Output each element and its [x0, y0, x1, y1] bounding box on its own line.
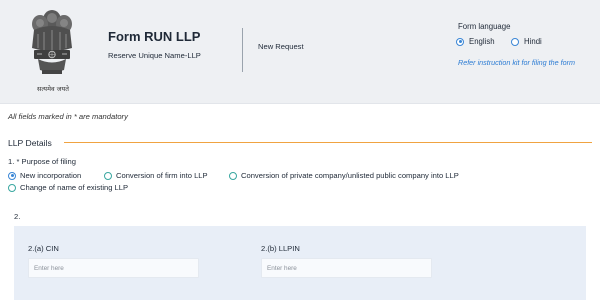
- language-option-label: Hindi: [524, 37, 542, 46]
- radio-english[interactable]: [456, 37, 464, 46]
- llpin-label: 2.(b) LLPIN: [261, 244, 300, 253]
- radio-new-incorporation[interactable]: [8, 171, 16, 180]
- form-title: Form RUN LLP: [108, 29, 201, 44]
- instruction-kit-link[interactable]: Refer instruction kit for filing the for…: [458, 58, 575, 67]
- radio-conversion-firm[interactable]: [104, 171, 112, 180]
- header-divider: [242, 28, 243, 72]
- form-subtitle: Reserve Unique Name-LLP: [108, 51, 201, 60]
- purpose-option-conversion-firm[interactable]: Conversion of firm into LLP: [104, 171, 208, 180]
- mandatory-fields-note: All fields marked in * are mandatory: [8, 112, 128, 121]
- purpose-option-label: Conversion of firm into LLP: [116, 171, 208, 180]
- purpose-of-filing-label: 1. * Purpose of filing: [8, 157, 76, 166]
- purpose-option-new-incorporation[interactable]: New incorporation: [8, 171, 81, 180]
- language-option-hindi[interactable]: Hindi: [511, 37, 542, 46]
- language-option-english[interactable]: English: [456, 37, 495, 46]
- question-2-label: 2.: [14, 212, 21, 221]
- purpose-option-conversion-company[interactable]: Conversion of private company/unlisted p…: [229, 171, 459, 180]
- request-type-label: New Request: [258, 42, 304, 51]
- radio-hindi[interactable]: [511, 37, 519, 46]
- radio-change-name[interactable]: [8, 183, 16, 192]
- purpose-option-change-name[interactable]: Change of name of existing LLP: [8, 183, 128, 192]
- page-header: सत्यमेव जयते Form RUN LLP Reserve Unique…: [0, 0, 600, 104]
- purpose-option-label: Change of name of existing LLP: [20, 183, 129, 192]
- cin-label: 2.(a) CIN: [28, 244, 59, 253]
- purpose-option-label: New incorporation: [20, 171, 82, 180]
- emblem-motto: सत्यमेव जयते: [37, 85, 69, 93]
- national-emblem-icon: [26, 8, 78, 94]
- purpose-option-label: Conversion of private company/unlisted p…: [241, 171, 459, 180]
- radio-conversion-company[interactable]: [229, 171, 237, 180]
- language-option-label: English: [469, 37, 495, 46]
- llpin-input[interactable]: [261, 258, 432, 278]
- lion-capital-icon: [32, 10, 72, 74]
- form-language-title: Form language: [458, 22, 511, 31]
- section-title-llp-details: LLP Details: [8, 138, 52, 148]
- cin-input[interactable]: [28, 258, 199, 278]
- section-divider: [64, 142, 592, 143]
